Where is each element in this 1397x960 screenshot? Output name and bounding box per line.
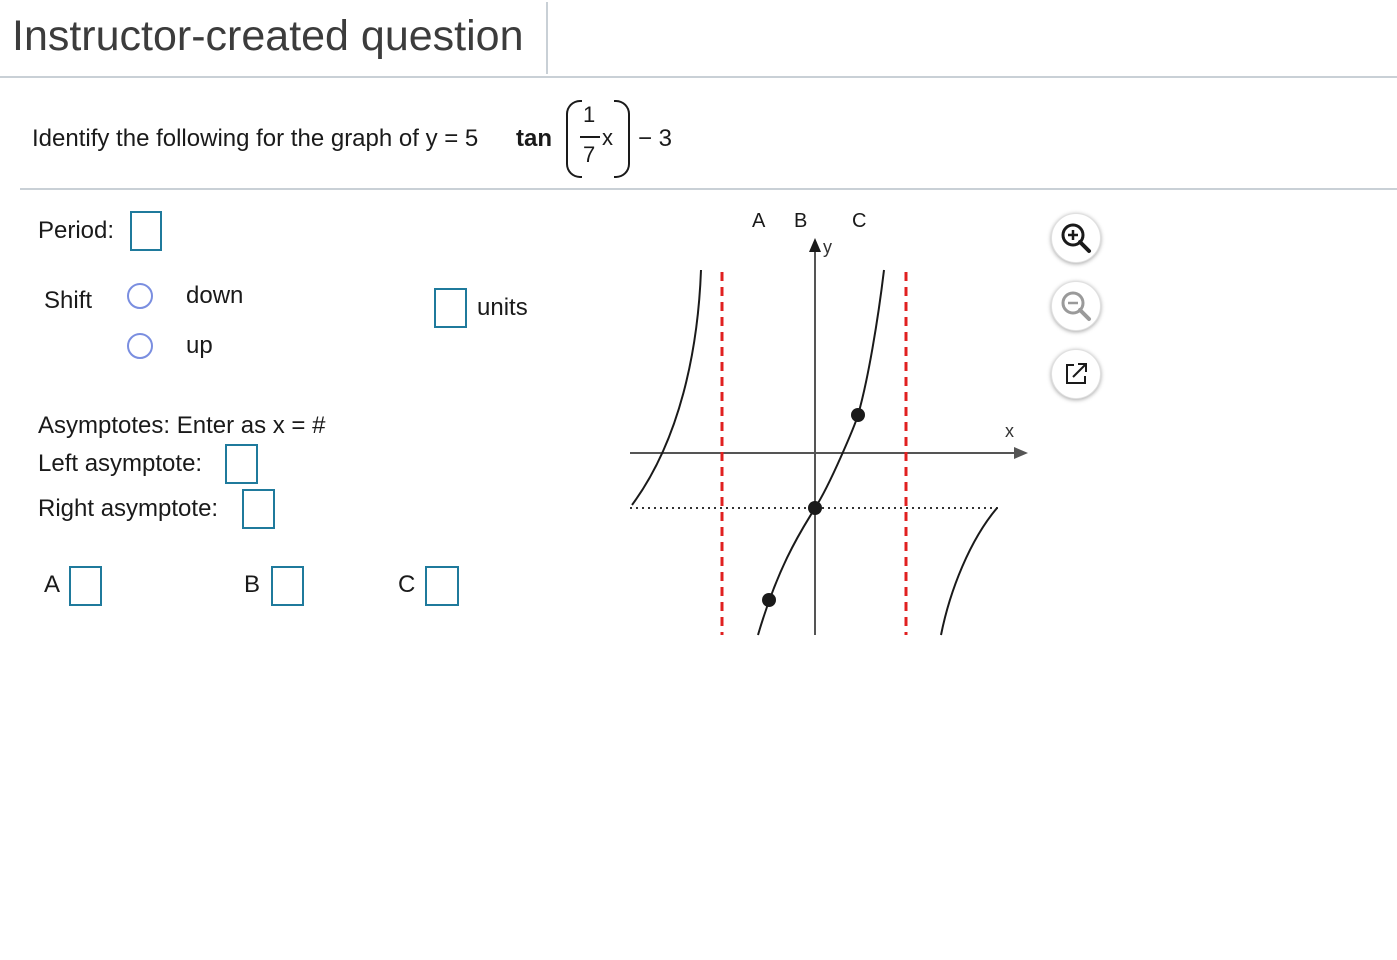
y-axis-arrow [809,238,821,252]
left-asymptote-input[interactable] [225,444,258,484]
title-divider [546,2,548,74]
point-b-marker [808,501,822,515]
zoom-out-icon [1061,291,1091,321]
x-axis-label: x [1005,421,1014,441]
function-name: tan [516,125,552,152]
point-b-label: B [244,571,261,598]
question-prompt: Identify the following for the graph of … [32,125,479,152]
units-label: units [477,294,528,321]
popout-icon [1066,363,1087,384]
shift-units-input[interactable] [434,288,467,328]
asymptotes-instruction: Asymptotes: Enter as x = # [38,412,326,439]
fraction-numerator: 1 [583,102,596,127]
graph-label-b: B [794,210,807,232]
left-paren [566,100,582,178]
point-b-input[interactable] [271,566,304,606]
shift-up-radio[interactable] [127,333,153,359]
shift-down-radio[interactable] [127,283,153,309]
shift-down-label: down [186,282,244,309]
fraction-denominator: 7 [583,142,596,167]
y-axis-label: y [823,237,832,257]
x-axis-arrow [1014,447,1028,459]
point-c-input[interactable] [425,566,459,606]
point-a-marker [762,593,776,607]
left-asymptote-label: Left asymptote: [38,450,203,477]
period-input[interactable] [130,211,162,251]
page-title: Instructor-created question [12,12,524,60]
vertical-shift-term: − 3 [638,125,673,152]
question-page: Instructor-created question Identify the… [0,0,1397,960]
left-branch-curve [631,269,702,506]
right-asymptote-input[interactable] [242,489,275,529]
graph-label-a: A [752,210,766,232]
right-asymptote-label: Right asymptote: [38,495,219,522]
point-a-input[interactable] [69,566,102,606]
tangent-graph: A B C x y [630,210,1028,636]
point-c-marker [851,408,865,422]
zoom-in-icon [1061,223,1091,253]
right-branch-curve [940,507,998,636]
fraction-bar [580,136,600,138]
shift-label: Shift [44,287,93,314]
header: Instructor-created question [0,0,1397,78]
period-label: Period: [38,217,115,244]
graph-label-c: C [852,210,866,232]
zoom-out-button[interactable] [1051,281,1101,331]
section-divider [20,188,1397,190]
shift-up-label: up [186,332,213,359]
point-a-label: A [44,571,61,598]
variable-x: x [602,125,613,150]
popout-button[interactable] [1051,349,1101,399]
zoom-in-button[interactable] [1051,213,1101,263]
right-paren [614,100,630,178]
point-c-label: C [398,571,416,598]
